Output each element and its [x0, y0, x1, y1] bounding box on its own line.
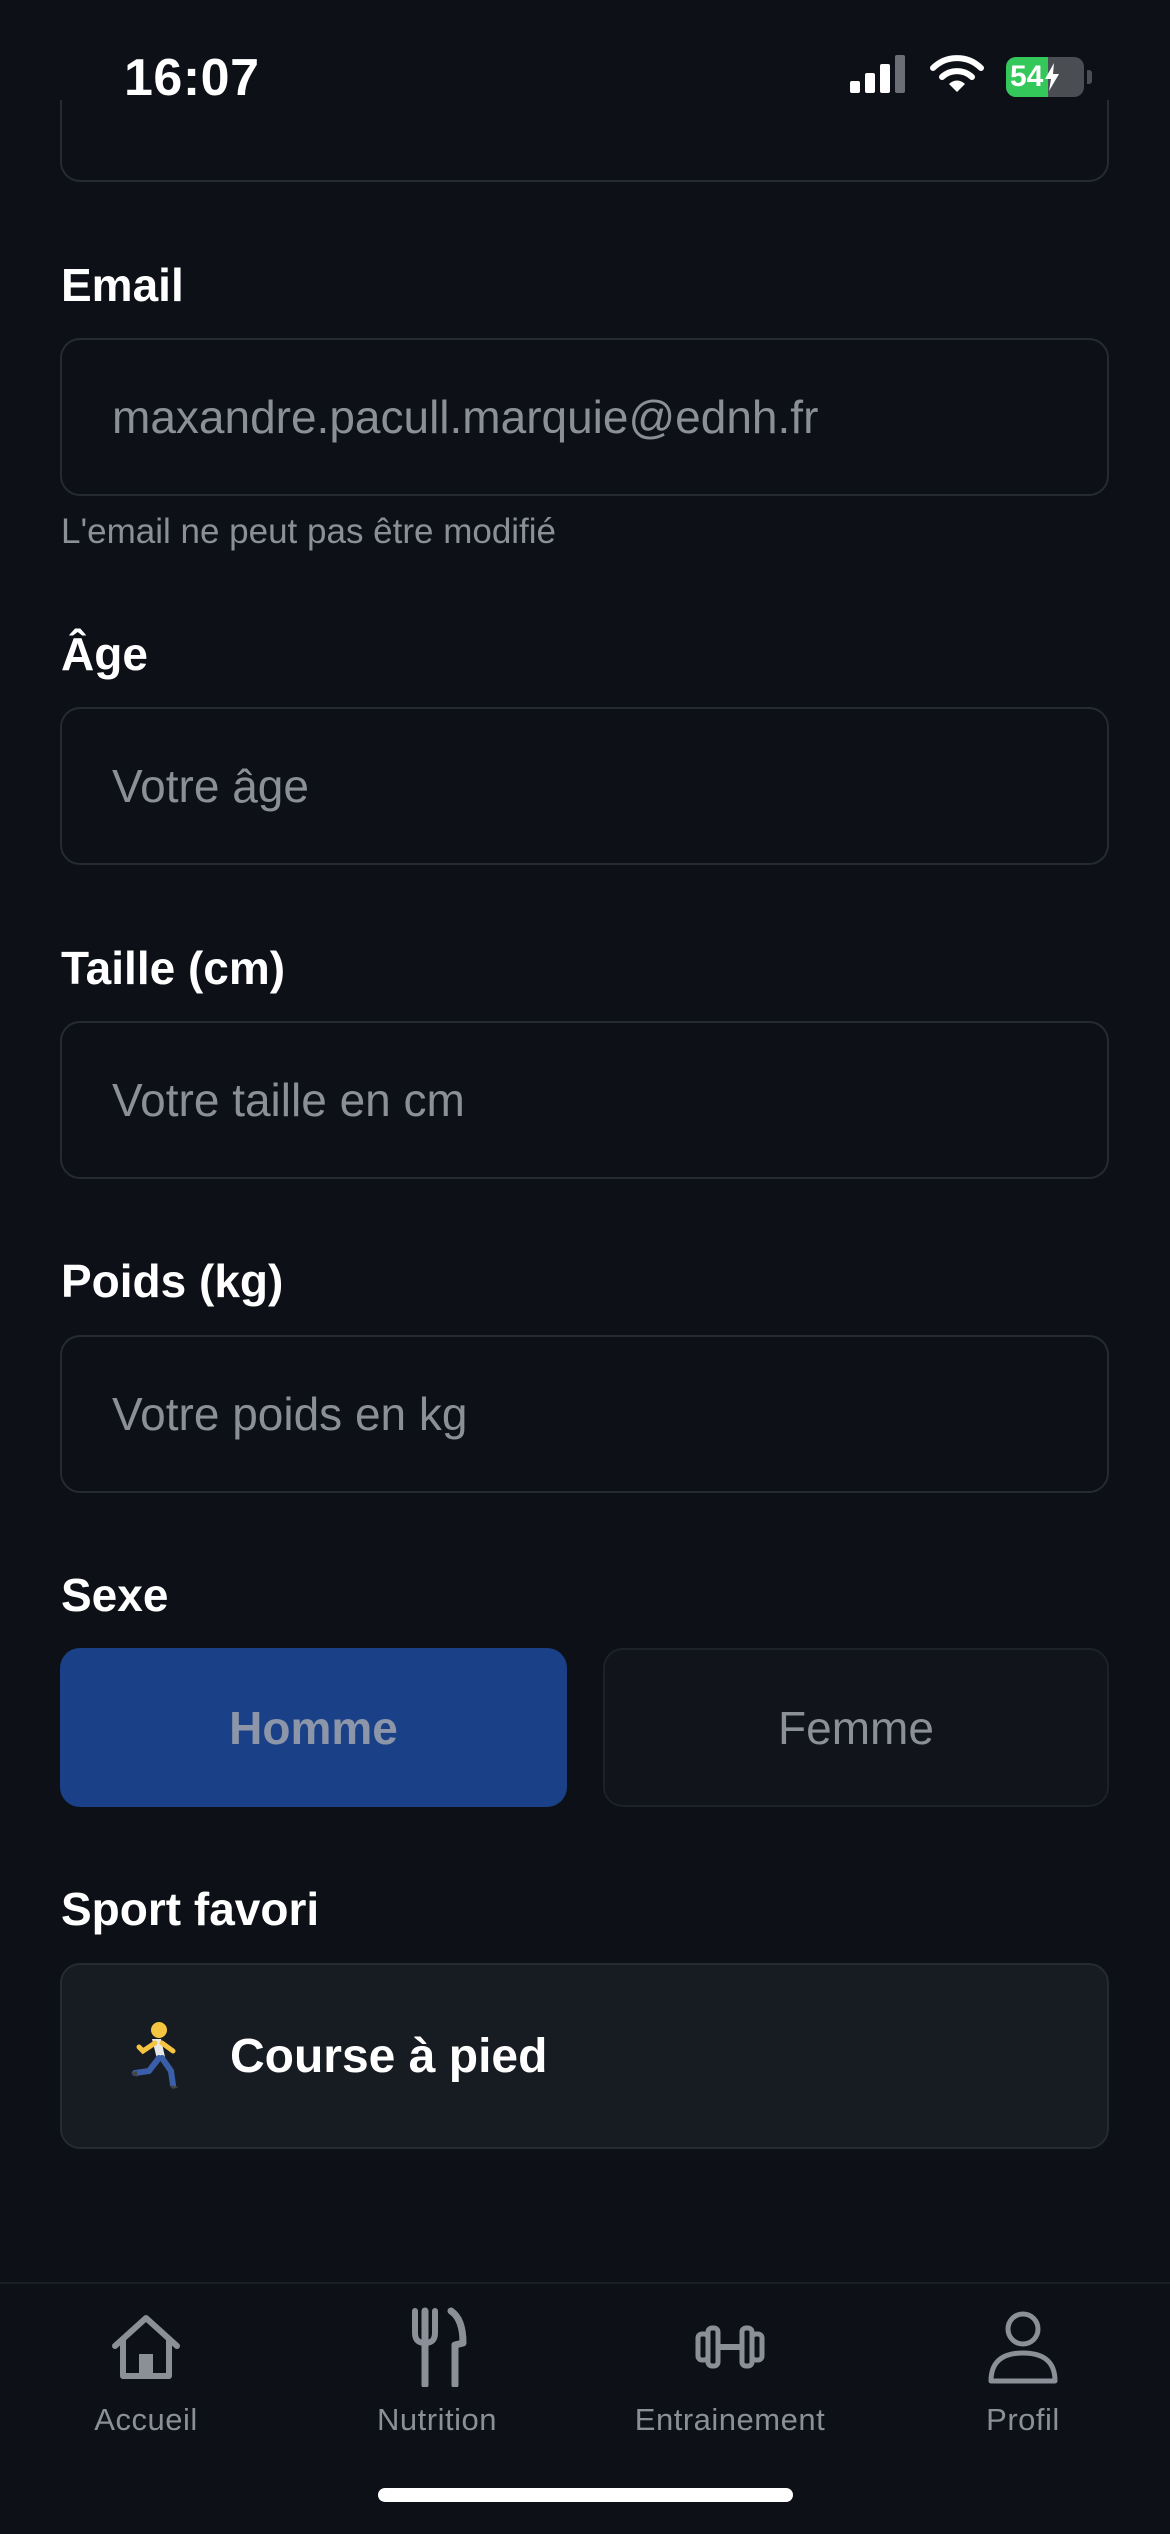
tab-profil[interactable]: Profil [893, 2304, 1153, 2438]
weight-label: Poids (kg) [61, 1255, 284, 1307]
person-icon [987, 2304, 1059, 2390]
dumbbell-icon [694, 2304, 766, 2390]
sex-label: Sexe [61, 1569, 169, 1621]
cellular-signal-icon [850, 55, 908, 98]
weight-input[interactable]: Votre poids en kg [60, 1335, 1109, 1493]
previous-field-edge [60, 100, 1109, 182]
age-placeholder: Votre âge [112, 760, 309, 812]
email-label: Email [61, 259, 184, 311]
sex-option-femme[interactable]: Femme [603, 1648, 1109, 1807]
weight-placeholder: Votre poids en kg [112, 1388, 468, 1440]
tab-label-entrainement: Entrainement [634, 2402, 826, 2437]
favorite-sport-value: Course à pied [230, 2029, 548, 2083]
tab-label-nutrition: Nutrition [377, 2402, 497, 2437]
status-icons: 54 [850, 54, 1092, 99]
tab-entrainement[interactable]: Entrainement [600, 2304, 860, 2438]
status-time: 16:07 [124, 49, 260, 107]
age-input[interactable]: Votre âge [60, 707, 1109, 865]
fork-knife-icon [407, 2304, 467, 2390]
height-label: Taille (cm) [61, 942, 286, 994]
tab-label-accueil: Accueil [94, 2402, 198, 2437]
runner-icon [114, 2016, 194, 2096]
email-helper-text: L'email ne peut pas être modifié [61, 512, 557, 551]
email-value: maxandre.pacull.marquie@ednh.fr [112, 391, 819, 443]
email-field: maxandre.pacull.marquie@ednh.fr [60, 338, 1109, 496]
height-input[interactable]: Votre taille en cm [60, 1021, 1109, 1179]
wifi-icon [930, 54, 984, 99]
tab-label-profil: Profil [986, 2402, 1060, 2437]
sex-option-homme[interactable]: Homme [60, 1648, 567, 1807]
height-placeholder: Votre taille en cm [112, 1074, 465, 1126]
sport-label: Sport favori [61, 1883, 320, 1935]
home-indicator[interactable] [378, 2488, 793, 2502]
battery-level: 54 [1010, 59, 1044, 93]
tab-accueil[interactable]: Accueil [16, 2304, 276, 2438]
battery-icon: 54 [1006, 56, 1084, 97]
tab-nutrition[interactable]: Nutrition [307, 2304, 567, 2438]
age-label: Âge [61, 628, 148, 680]
home-icon [109, 2304, 183, 2390]
favorite-sport-selector[interactable]: Course à pied [60, 1963, 1109, 2149]
